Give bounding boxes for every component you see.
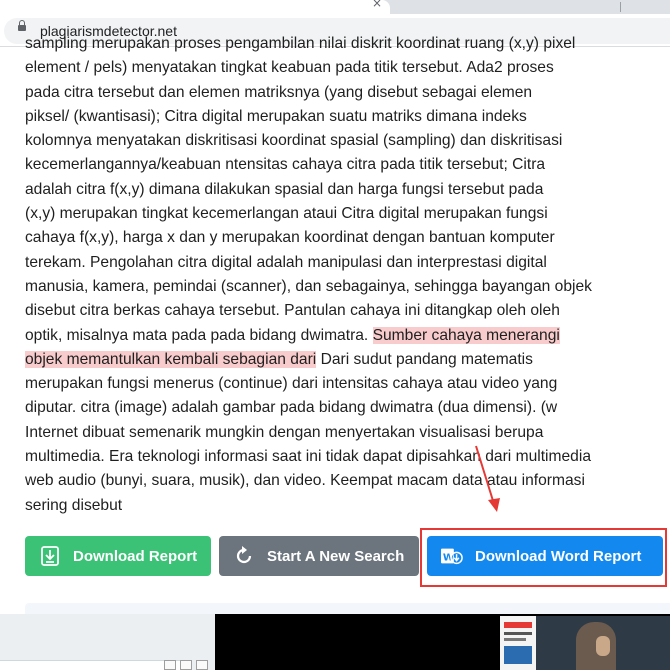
text-line: objek memantulkan kembali sebagian dari …	[25, 348, 670, 372]
tab-separator	[620, 2, 621, 12]
plagiarism-highlight: objek memantulkan kembali sebagian dari	[25, 350, 317, 368]
text-line: terekam. Pengolahan citra digital adalah…	[25, 253, 547, 271]
text-line: adalah citra f(x,y) dimana dilakukan spa…	[25, 180, 544, 198]
lock-icon[interactable]	[18, 20, 26, 31]
text-line: piksel/ (kwantisasi); Citra digital meru…	[25, 107, 527, 125]
taskbar-button[interactable]	[180, 660, 192, 670]
taskbar-button[interactable]	[164, 660, 176, 670]
result-text: sampling merupakan proses pengambilan ni…	[25, 32, 670, 518]
text-line: merupakan fungsi menerus (continue) dari…	[25, 375, 558, 393]
text-line: optik, misalnya mata pada pada bidang dw…	[25, 324, 670, 348]
presenter-hand	[596, 636, 610, 656]
start-new-search-button[interactable]: Start A New Search	[219, 536, 419, 576]
text-line: web audio (bunyi, suara, musik), dan vid…	[25, 472, 585, 490]
text-line: multimedia. Era teknologi informasi saat…	[25, 448, 591, 466]
text-line: kecemerlangannya/keabuan ntensitas cahay…	[25, 156, 546, 174]
tab-strip: ×	[0, 0, 670, 14]
text-line: (x,y) merupakan tingkat kecemerlangan at…	[25, 205, 548, 223]
start-new-search-label: Start A New Search	[267, 547, 405, 565]
taskbar-input[interactable]	[0, 660, 190, 671]
tab-close-icon[interactable]: ×	[372, 0, 382, 10]
thumbnail-logo	[504, 622, 532, 628]
text-line: disebut citra berkas cahaya tersebut. Pa…	[25, 302, 560, 320]
text-line: diputar. citra (image) adalah gambar pad…	[25, 399, 558, 417]
taskbar-button[interactable]	[196, 660, 208, 670]
text-plain: optik, misalnya mata pada pada bidang dw…	[25, 326, 373, 344]
text-line: sering disebut	[25, 496, 123, 514]
text-line: sampling merupakan proses pengambilan ni…	[25, 35, 576, 52]
text-line: element / pels) menyatakan tingkat keabu…	[25, 59, 554, 77]
browser-tab-active[interactable]	[0, 0, 390, 14]
download-report-button[interactable]: Download Report	[25, 536, 211, 576]
download-file-icon	[39, 545, 61, 567]
annotation-arrow-icon	[475, 445, 500, 512]
text-line: kolomnya menyatakan diskritisasi koordin…	[25, 132, 563, 150]
refresh-icon	[233, 545, 255, 567]
thumbnail-image	[504, 646, 532, 664]
thumbnail-text	[504, 638, 526, 641]
text-line: manusia, kamera, pemindai (scanner), dan…	[25, 277, 592, 295]
text-line: Internet dibuat semenarik mungkin dengan…	[25, 423, 544, 441]
annotation-highlight-box	[420, 528, 667, 587]
download-report-label: Download Report	[73, 547, 198, 565]
thumbnail-text	[504, 632, 532, 635]
text-plain: Dari sudut pandang matematis	[316, 350, 533, 368]
plagiarism-highlight: Sumber cahaya menerangi	[372, 326, 560, 344]
text-line: cahaya f(x,y), harga x dan y merupakan k…	[25, 229, 555, 247]
video-thumbnail[interactable]	[500, 616, 536, 670]
text-line: pada citra tersebut dan elemen matriksny…	[25, 83, 533, 101]
webcam-feed	[536, 616, 670, 670]
